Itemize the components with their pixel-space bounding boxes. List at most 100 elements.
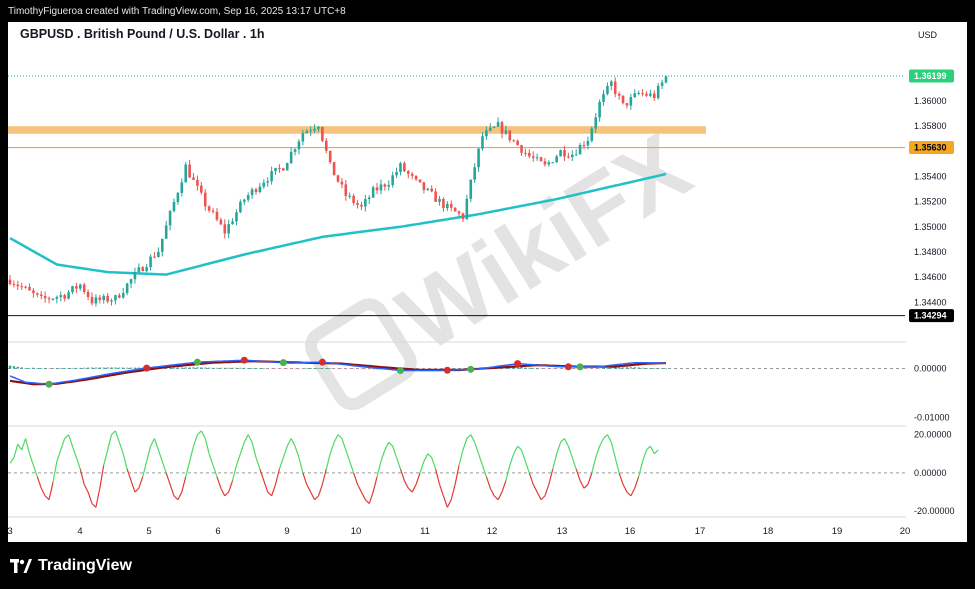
oscillator-segment (360, 491, 366, 500)
macd-histogram-bar (371, 368, 375, 370)
oscillator-segment (243, 434, 249, 443)
candle-body (348, 195, 352, 197)
candle-body (235, 212, 238, 222)
macd-histogram-bar (207, 367, 211, 369)
macd-histogram-bar (223, 367, 226, 369)
candle-body (629, 96, 633, 106)
oscillator-segment (212, 465, 218, 477)
macd-histogram-bar (368, 368, 371, 370)
candle-body (121, 293, 125, 298)
macd-histogram-bar (586, 368, 590, 370)
candle-body (656, 85, 660, 99)
candle-body (617, 93, 621, 96)
resistance-zone (8, 126, 706, 134)
candle-body (266, 181, 270, 183)
tradingview-logo[interactable]: TradingView (10, 556, 132, 576)
oscillator-segment (544, 484, 550, 497)
macd-histogram-bar (192, 367, 195, 369)
candle-body (465, 198, 469, 219)
oscillator-segment (95, 488, 101, 508)
candle-body (481, 136, 484, 149)
time-tick-label: 17 (695, 526, 706, 537)
oscillator-segment (493, 495, 499, 501)
time-tick-label: 16 (625, 526, 636, 537)
macd-histogram-bar (621, 367, 625, 369)
macd-cross-marker (193, 358, 201, 366)
oscillator-segment (9, 457, 15, 464)
wikifx-watermark: WikiFX (305, 113, 708, 411)
macd-histogram-bar (79, 367, 82, 369)
candle-body (598, 101, 601, 118)
macd-histogram-bar (520, 367, 523, 369)
macd-pane (8, 356, 905, 388)
candle-body (129, 279, 133, 284)
macd-histogram-bar (98, 367, 102, 369)
candle-body (149, 256, 152, 268)
footer-bar: TradingView (0, 542, 975, 589)
oscillator-segment (399, 468, 405, 481)
candle-body (442, 198, 445, 209)
oscillator-segment (356, 484, 362, 493)
chart-svg[interactable]: WikiFX 1.36000 1.35800 1.35400 1.35200 1.350… (8, 22, 967, 542)
macd-histogram-bar (106, 367, 109, 369)
macd-histogram-bar (246, 368, 250, 369)
candle-body (594, 117, 598, 129)
candle-body (258, 186, 262, 192)
candle-body (379, 184, 383, 191)
oscillator-segment (111, 430, 116, 436)
price-tick-label: 1.35800 (914, 121, 947, 131)
macd-histogram-bar (352, 368, 355, 370)
oscillator-segment (32, 465, 38, 477)
price-tick-label: 1.34600 (914, 272, 947, 282)
candle-body (223, 224, 227, 234)
macd-histogram-bar (215, 367, 219, 369)
oscillator-segment (540, 495, 546, 501)
candle-body (469, 179, 473, 199)
candle-body (551, 162, 555, 164)
oscillator-segment (314, 495, 319, 501)
oscillator-segment (630, 487, 636, 497)
macd-histogram-bar (82, 367, 86, 369)
oscillator-segment (524, 461, 530, 474)
candle-body (246, 195, 250, 200)
chart-panel[interactable]: WikiFX 1.36000 1.35800 1.35400 1.35200 1.350… (8, 22, 967, 542)
oscillator-segment (563, 438, 569, 447)
macd-cross-marker (396, 367, 404, 375)
oscillator-segment (197, 430, 202, 436)
oscillator-segment (446, 499, 452, 508)
oscillator-segment (150, 438, 156, 447)
candle-body (32, 290, 35, 294)
candle-body (200, 185, 203, 193)
oscillator-segment (231, 465, 238, 481)
oscillator-segment (169, 484, 175, 497)
oscillator-segment (122, 453, 128, 470)
oscillator-segment (407, 487, 413, 493)
oscillator-segment (118, 442, 124, 454)
macd-histogram-bar (532, 368, 535, 369)
price-tag-label: 1.35630 (914, 143, 947, 153)
candle-body (78, 284, 82, 289)
oscillator-segment (181, 476, 187, 493)
candle-body (82, 284, 86, 293)
candle-body (485, 130, 488, 137)
candle-body (145, 267, 148, 272)
oscillator-segment (165, 472, 171, 485)
oscillator-segment (228, 480, 234, 493)
oscillator-segment (587, 472, 593, 485)
price-tick-label: 1.35400 (914, 171, 947, 181)
macd-histogram-bar (645, 368, 648, 369)
candle-body (606, 85, 609, 94)
oscillator-segment (44, 495, 50, 501)
time-tick-label: 19 (832, 526, 843, 537)
macd-histogram-bar (196, 367, 199, 369)
oscillator-segment (298, 457, 304, 474)
candle-body (586, 140, 590, 146)
candle-body (305, 131, 309, 134)
macd-histogram-bar (297, 368, 301, 370)
macd-histogram-bar (641, 367, 644, 369)
candle-body (516, 140, 519, 146)
macd-histogram-bar (43, 368, 47, 370)
time-tick-label: 10 (351, 526, 362, 537)
candle-body (344, 184, 348, 196)
macd-histogram-bar (180, 367, 184, 369)
